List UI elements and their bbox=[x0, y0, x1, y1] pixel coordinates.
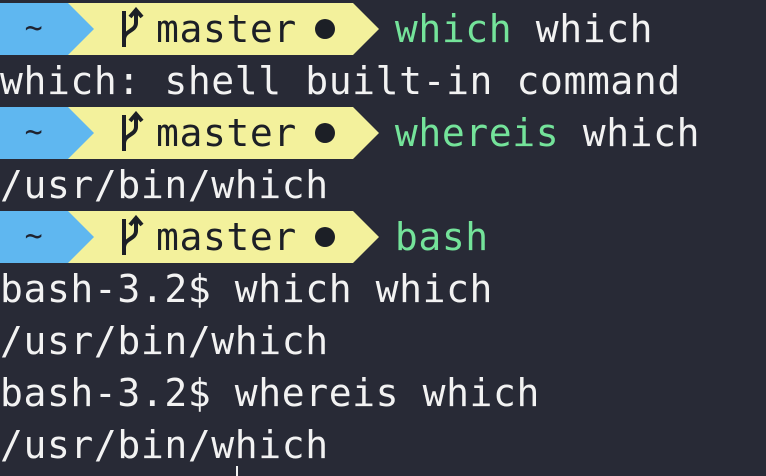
command: bash bbox=[394, 215, 489, 259]
git-branch-icon bbox=[122, 111, 144, 151]
command-area: which which bbox=[353, 3, 653, 55]
prompt-directory: ~ bbox=[24, 115, 44, 150]
output-line: bash-3.2$ which which bbox=[0, 267, 494, 311]
command: which bbox=[394, 7, 513, 51]
dirty-dot-icon bbox=[314, 227, 335, 247]
command-args: which bbox=[535, 7, 654, 51]
output-line: /usr/bin/which bbox=[0, 163, 329, 207]
prompt-branch: master bbox=[156, 7, 297, 51]
output-line: /usr/bin/which bbox=[0, 423, 329, 467]
prompt-line: ~ master whereis which bbox=[0, 107, 700, 159]
prompt-directory-segment: ~ bbox=[0, 107, 94, 159]
git-branch-icon bbox=[122, 7, 144, 47]
prompt-branch: master bbox=[156, 215, 297, 259]
prompt-git-segment: master bbox=[68, 107, 379, 159]
prompt-directory-segment: ~ bbox=[0, 211, 94, 263]
command-area: whereis which bbox=[353, 107, 700, 159]
output-line: /usr/bin/which bbox=[0, 319, 329, 363]
output-line: bash-3.2$ whereis which bbox=[0, 371, 540, 415]
prompt-git-segment: master bbox=[68, 211, 379, 263]
prompt-line: ~ master bash bbox=[0, 211, 489, 263]
text-cursor bbox=[236, 466, 238, 476]
prompt-directory: ~ bbox=[24, 219, 44, 254]
command-args: which bbox=[582, 111, 701, 155]
prompt-git-segment: master bbox=[68, 3, 379, 55]
prompt-line: ~ master which which bbox=[0, 3, 653, 55]
prompt-branch: master bbox=[156, 111, 297, 155]
git-branch-icon bbox=[122, 215, 144, 255]
terminal-window[interactable]: ~ master which which which: shell built-… bbox=[0, 0, 766, 476]
prompt-directory: ~ bbox=[24, 11, 44, 46]
output-line: which: shell built-in command bbox=[0, 59, 681, 103]
dirty-dot-icon bbox=[314, 19, 335, 39]
dirty-dot-icon bbox=[314, 123, 335, 143]
prompt-directory-segment: ~ bbox=[0, 3, 94, 55]
command: whereis bbox=[394, 111, 560, 155]
